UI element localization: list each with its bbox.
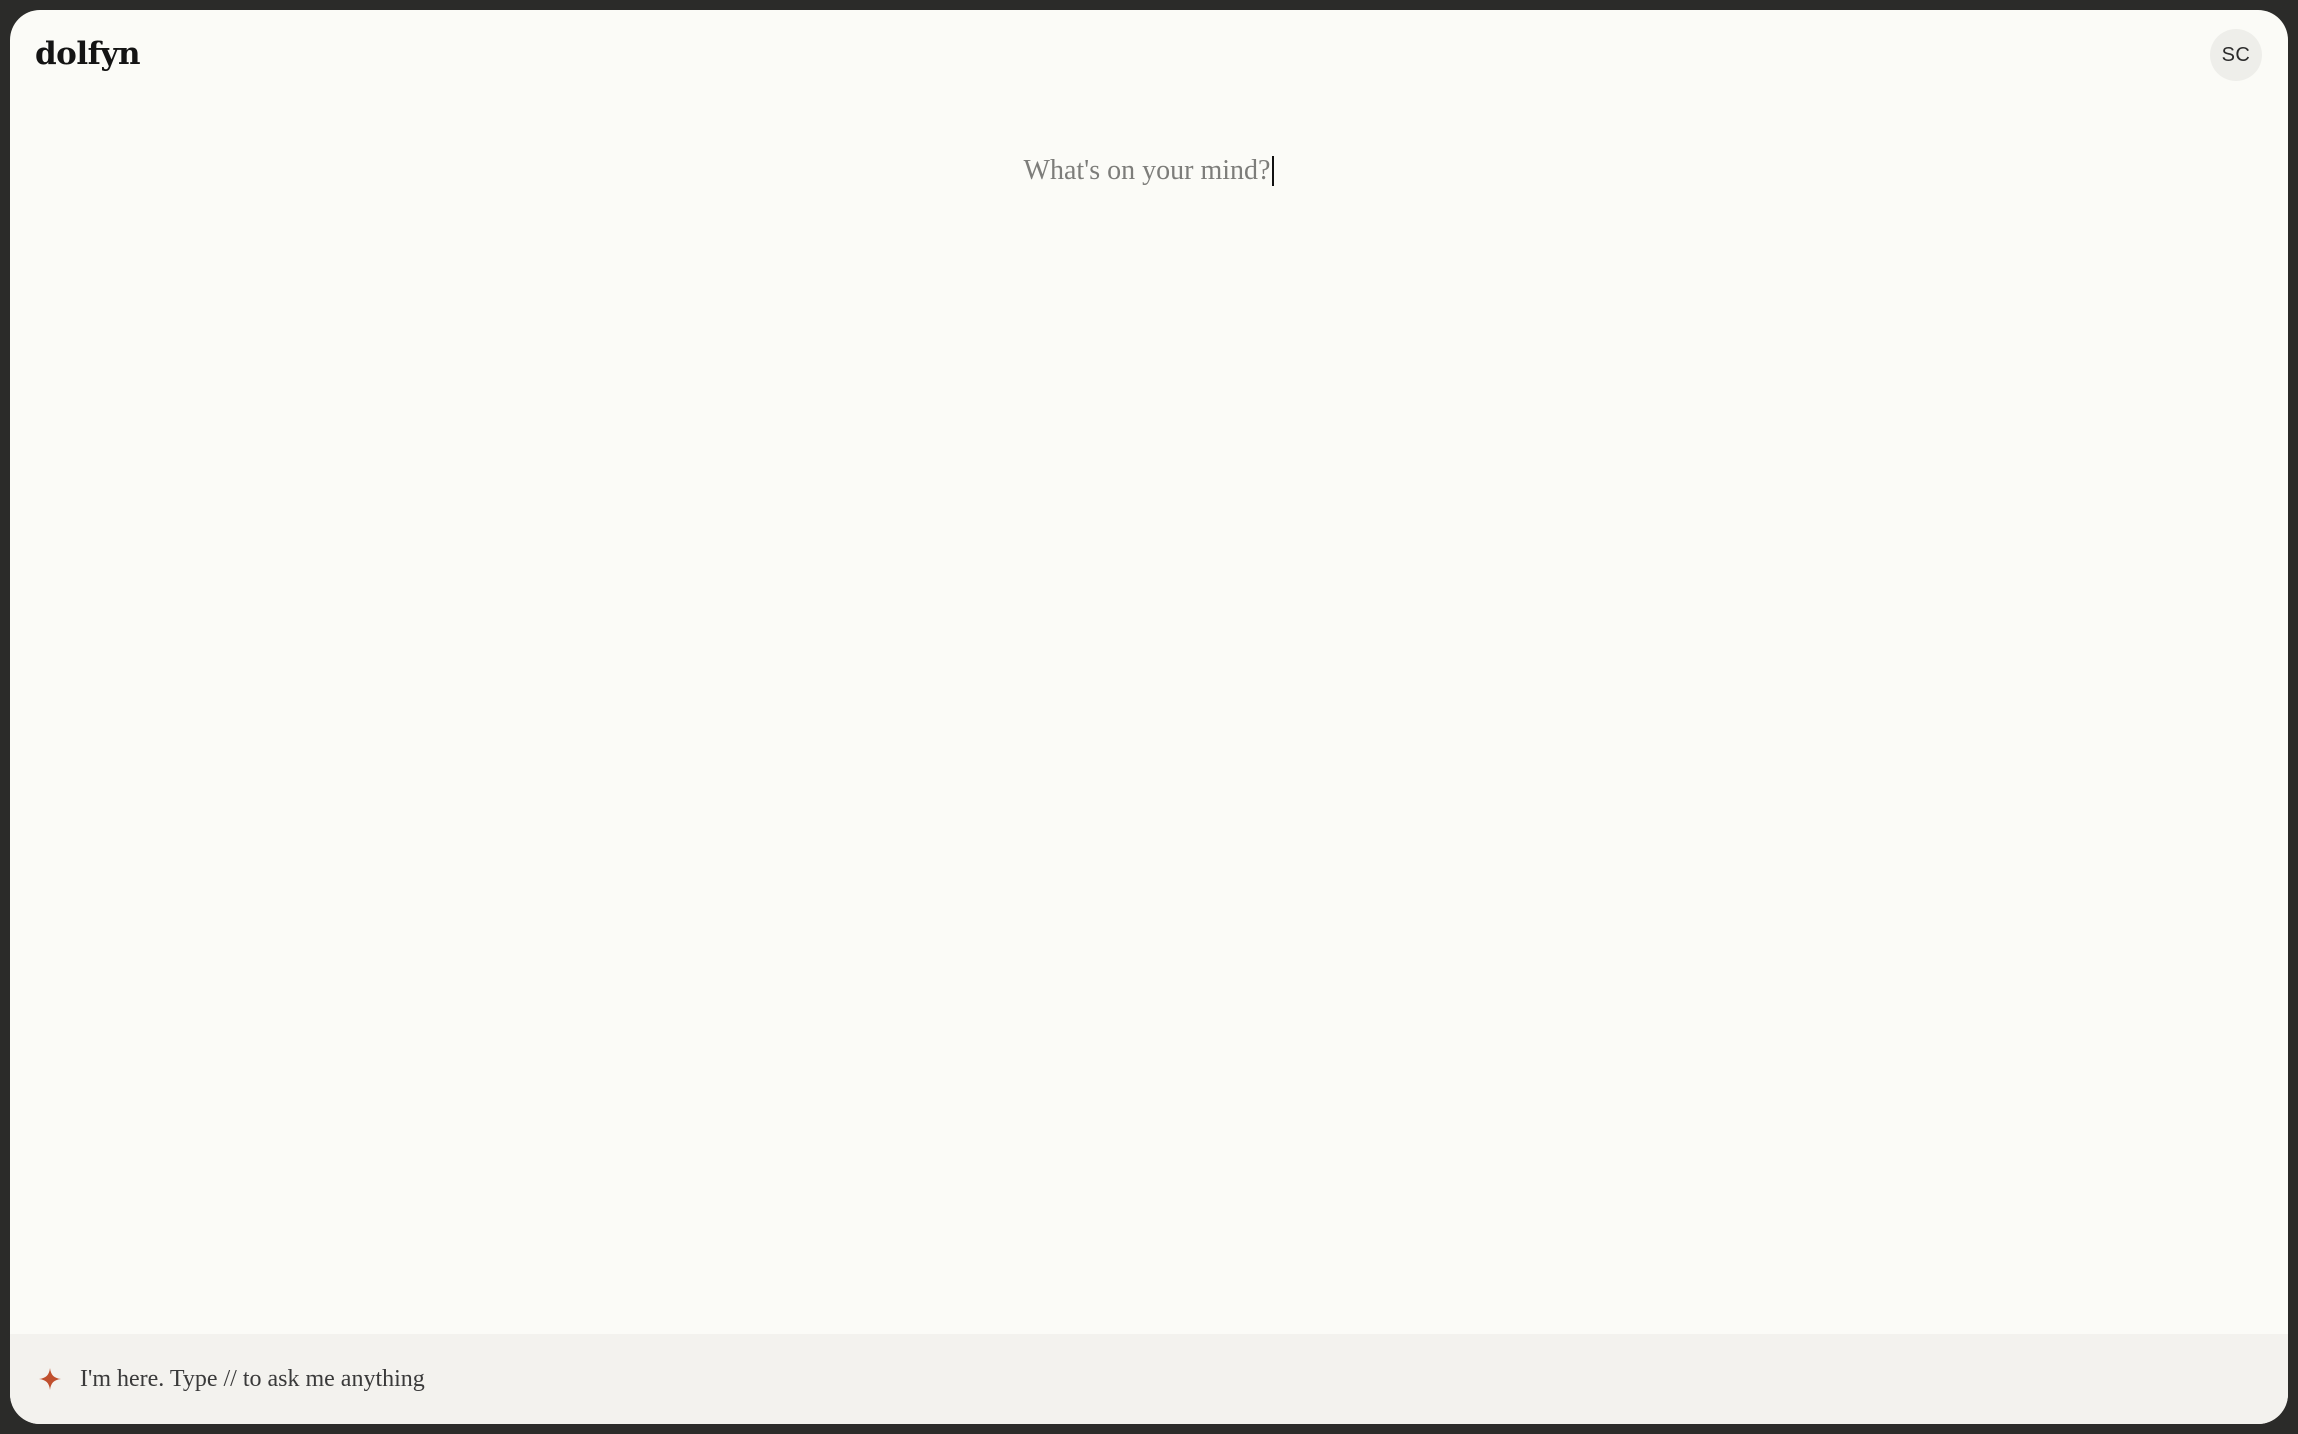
- app-window: dolfyn SC What's on your mind?: [10, 10, 2288, 1424]
- app-frame: dolfyn SC What's on your mind?: [0, 0, 2298, 1434]
- header: dolfyn SC: [10, 10, 2288, 110]
- assistant-input[interactable]: [78, 1364, 1278, 1394]
- sparkle-icon: [38, 1367, 62, 1391]
- brand-logo[interactable]: dolfyn: [35, 36, 141, 72]
- assistant-bar: [10, 1334, 2288, 1424]
- text-caret: [1272, 156, 1275, 186]
- editor-area[interactable]: What's on your mind?: [10, 146, 2288, 196]
- user-avatar[interactable]: SC: [2210, 29, 2262, 81]
- editor-placeholder[interactable]: What's on your mind?: [1024, 155, 1271, 187]
